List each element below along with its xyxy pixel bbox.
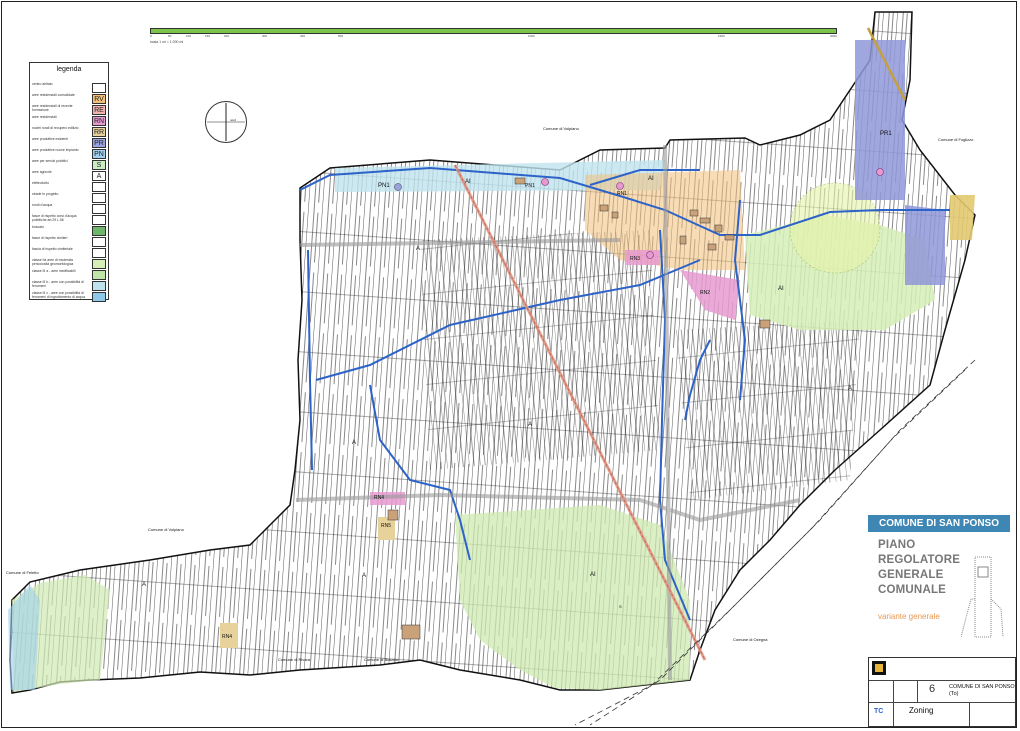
- logo-icon: [872, 661, 886, 675]
- zone-label: RN2: [700, 290, 711, 296]
- table-code: TC: [874, 708, 884, 715]
- sheet-number: 6: [929, 683, 936, 695]
- commune-label: Comune di Foglizzo: [938, 137, 974, 142]
- zone-label: PN1: [525, 183, 535, 189]
- cartouche-comune: COMUNE DI SAN PONSO: [949, 684, 1015, 690]
- zone-label: RN4: [374, 495, 385, 501]
- zone-label: RN1: [617, 191, 628, 197]
- table-title: Zoning: [909, 706, 934, 715]
- zone-label: RN5: [381, 523, 392, 529]
- title-line: COMUNALE: [878, 584, 947, 596]
- commune-label: Comune di Feletto: [6, 570, 39, 575]
- title-line: PIANO: [878, 539, 916, 551]
- zone-label: RN4: [222, 634, 233, 640]
- zone-label: A: [142, 582, 147, 588]
- title-line: GENERALE: [878, 569, 944, 581]
- zoning-map: [8, 11, 976, 726]
- zone-label: A: [848, 386, 853, 392]
- commune-label: Comune di Ozegna: [733, 637, 768, 642]
- zone-label: A: [416, 246, 421, 252]
- zone-label: PR1: [880, 131, 892, 137]
- zone-label: RN3: [630, 256, 641, 262]
- zone-label: A: [352, 440, 357, 446]
- commune-label: Comune di Busano: [364, 657, 399, 662]
- zone-label: AI: [465, 179, 471, 185]
- zone-label: A: [362, 573, 367, 579]
- zone-label: S: [619, 604, 622, 609]
- zone-label: A: [528, 422, 533, 428]
- zone-industrial-north: [855, 40, 905, 200]
- zone-label: AI: [648, 176, 654, 182]
- church-sketch-icon: [961, 556, 1004, 638]
- commune-label: Comune di Volpiano: [148, 527, 184, 532]
- commune-label: Comune di Volpiano: [543, 126, 579, 131]
- zone-label: AI: [590, 572, 596, 578]
- subtitle: variante generale: [878, 612, 940, 621]
- title-line: REGOLATORE: [878, 554, 961, 566]
- title-banner: COMUNE DI SAN PONSO: [868, 515, 1010, 532]
- cartouche-province: (To): [949, 691, 959, 697]
- zone-label: AI: [778, 286, 784, 292]
- commune-label: Comune di Rivara: [278, 657, 311, 662]
- title-block: 6 COMUNE DI SAN PONSO (To) Zoning TC: [868, 657, 1016, 727]
- zone-label: PN1: [378, 183, 390, 189]
